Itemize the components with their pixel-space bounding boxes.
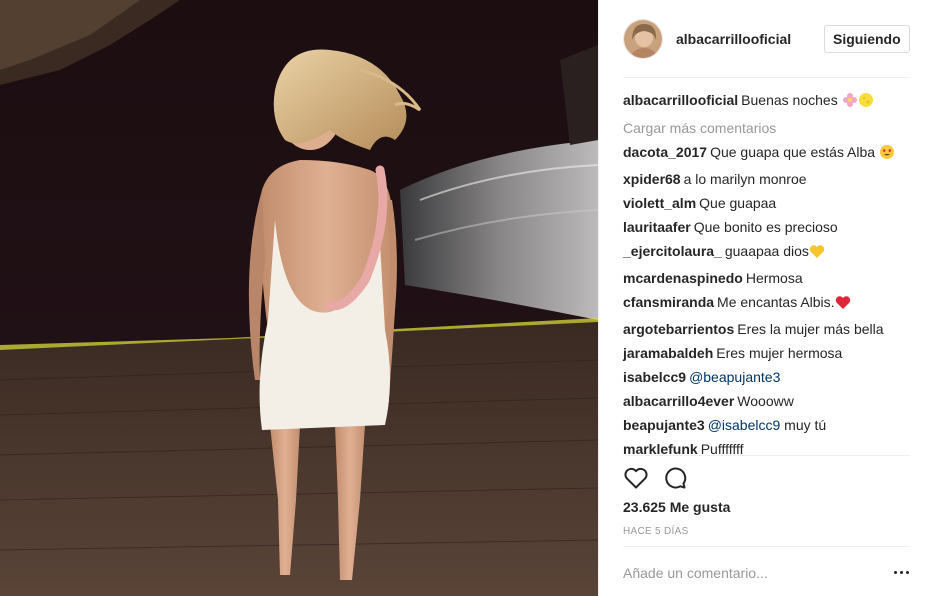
heart-outline-icon[interactable]: [623, 465, 649, 491]
comment-text: Que guapaa: [699, 195, 777, 211]
comment-text: a lo marilyn monroe: [683, 171, 807, 187]
more-options-icon[interactable]: [892, 565, 912, 581]
comment-username[interactable]: isabelcc9: [623, 369, 686, 385]
photo-illustration: [0, 0, 598, 596]
comment-text: Woooww: [737, 393, 794, 409]
add-comment-input[interactable]: [623, 560, 853, 586]
full-moon-icon: [858, 91, 874, 115]
comment-item: marklefunk Pufffffff: [623, 437, 910, 461]
comments-list: albacarrillooficial Buenas noches Cargar …: [623, 88, 910, 461]
comment-username[interactable]: beapujante3: [623, 417, 705, 433]
comment-item: cfansmiranda Me encantas Albis.: [623, 290, 910, 317]
comment-username[interactable]: jaramabaldeh: [623, 345, 713, 361]
comment-username[interactable]: lauritaafer: [623, 219, 691, 235]
post-timestamp[interactable]: HACE 5 DÍAS: [623, 526, 689, 537]
comment-item: dacota_2017 Que guapa que estás Alba: [623, 140, 910, 167]
likes-count[interactable]: 23.625 Me gusta: [623, 499, 730, 515]
comment-text: guaapaa dios: [724, 243, 809, 259]
red-heart-icon: [835, 293, 851, 317]
post-photo[interactable]: [0, 0, 598, 596]
comment-text: Eres mujer hermosa: [716, 345, 843, 361]
comment-username[interactable]: cfansmiranda: [623, 294, 714, 310]
post-author-username[interactable]: albacarrillooficial: [676, 31, 791, 47]
comment-username[interactable]: _ejercitolaura_: [623, 243, 722, 259]
comment-item: mcardenaspinedo Hermosa: [623, 266, 910, 290]
post-panel: albacarrillooficial Siguiendo albacarril…: [598, 0, 931, 596]
avatar[interactable]: [623, 19, 663, 59]
comment-text: Que bonito es precioso: [693, 219, 838, 235]
comment-username[interactable]: violett_alm: [623, 195, 696, 211]
load-more-comments-link[interactable]: Cargar más comentarios: [623, 116, 910, 140]
avatar-image: [624, 20, 662, 58]
blossom-icon: [842, 91, 858, 115]
comment-bubble-icon[interactable]: [662, 465, 688, 491]
comment-item: beapujante3 @isabelcc9 muy tú: [623, 413, 910, 437]
comment-item: albacarrillo4ever Woooww: [623, 389, 910, 413]
comment-item: jaramabaldeh Eres mujer hermosa: [623, 341, 910, 365]
actions-divider: [623, 455, 910, 456]
post-caption: albacarrillooficial Buenas noches: [623, 88, 910, 115]
comment-item: _ejercitolaura_ guaapaa dios: [623, 239, 910, 266]
comment-box-divider: [623, 546, 910, 547]
caption-username[interactable]: albacarrillooficial: [623, 92, 738, 108]
comment-text: Eres la mujer más bella: [737, 321, 884, 337]
caption-text: Buenas noches: [741, 92, 838, 108]
comment-username[interactable]: xpider68: [623, 171, 681, 187]
comment-text: Que guapa que estás Alba: [710, 144, 876, 160]
heart-eyes-icon: [879, 143, 895, 167]
following-button[interactable]: Siguiendo: [824, 25, 910, 53]
comment-text: muy tú: [784, 417, 827, 433]
comment-text: Hermosa: [745, 270, 803, 286]
comment-item: lauritaafer Que bonito es precioso: [623, 215, 910, 239]
comment-item: xpider68 a lo marilyn monroe: [623, 167, 910, 191]
comment-text: Me encantas Albis.: [717, 294, 835, 310]
comment-username[interactable]: argotebarrientos: [623, 321, 734, 337]
comment-item: violett_alm Que guapaa: [623, 191, 910, 215]
header-divider: [623, 77, 910, 78]
comment-item: isabelcc9 @beapujante3: [623, 365, 910, 389]
yellow-heart-icon: [809, 242, 825, 266]
comment-username[interactable]: albacarrillo4ever: [623, 393, 734, 409]
comment-username[interactable]: dacota_2017: [623, 144, 707, 160]
post-header: albacarrillooficial Siguiendo: [599, 0, 931, 78]
comment-mention-link[interactable]: @isabelcc9: [708, 417, 781, 433]
comment-username[interactable]: mcardenaspinedo: [623, 270, 743, 286]
comment-mention-link[interactable]: @beapujante3: [689, 369, 780, 385]
comment-item: argotebarrientos Eres la mujer más bella: [623, 317, 910, 341]
